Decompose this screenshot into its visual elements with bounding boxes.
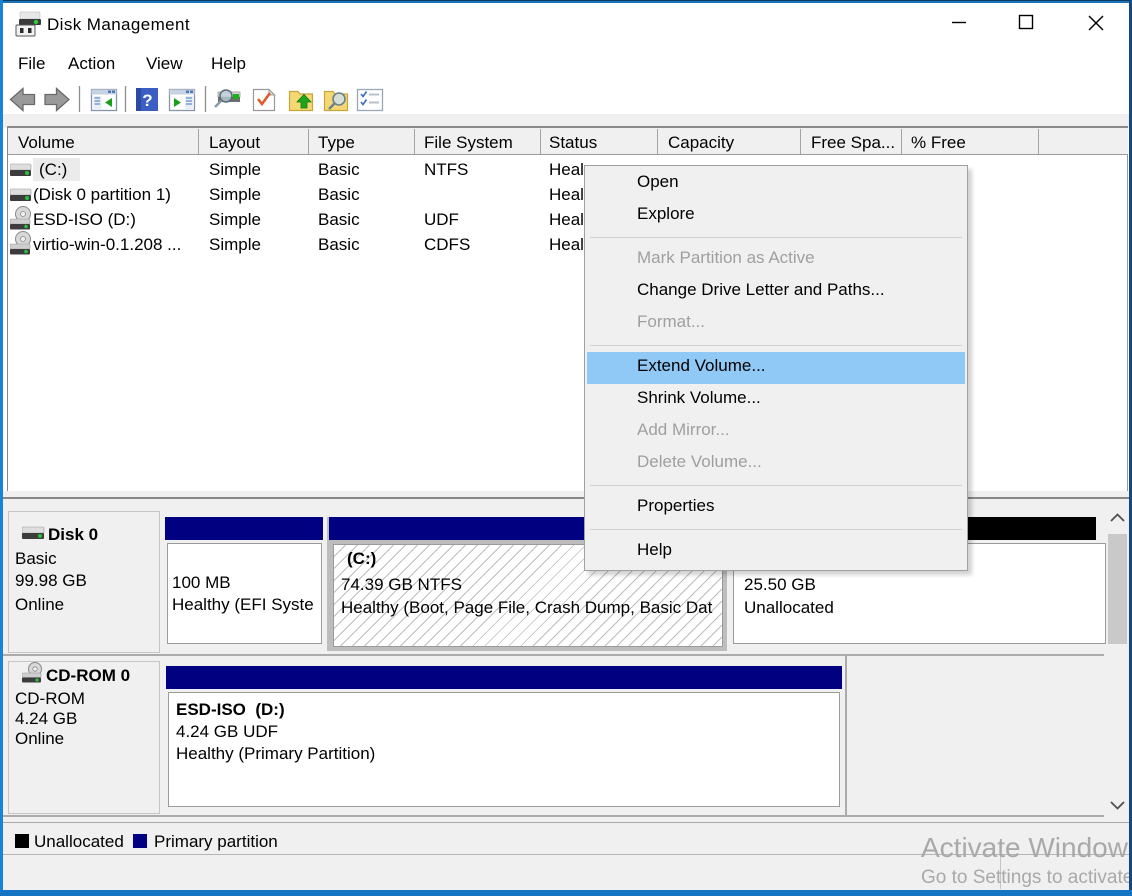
svg-text:?: ? <box>142 91 152 110</box>
